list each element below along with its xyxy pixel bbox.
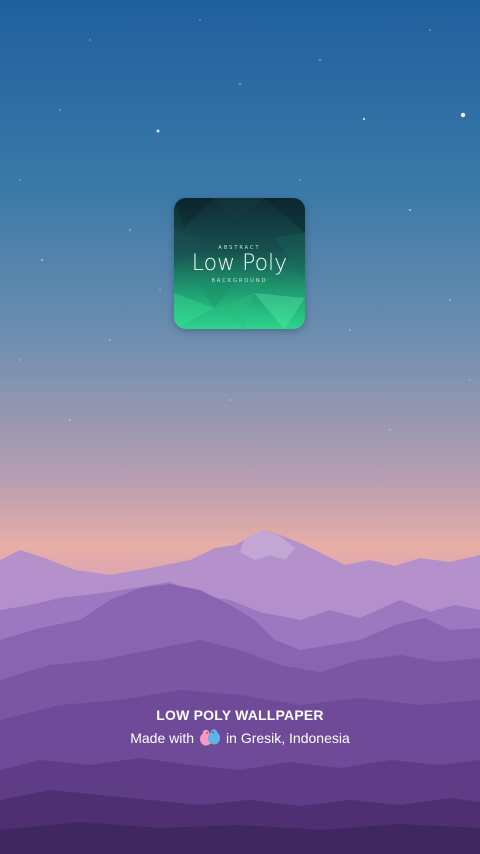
icon-bottom-text: BACKGROUND [211,278,268,284]
app-logo: ABSTRACT Low Poly BACKGROUND [174,198,305,329]
app-name: LOW POLY WALLPAPER [156,707,324,723]
made-with-text: Made with [130,730,195,746]
love-birds-icon [200,729,221,746]
mountain-landscape [0,530,480,854]
location-text: in Gresik, Indonesia [226,730,350,746]
icon-main-text: Low Poly [191,251,288,276]
credit-line: Made with in Gresik, Indonesia [0,729,480,747]
